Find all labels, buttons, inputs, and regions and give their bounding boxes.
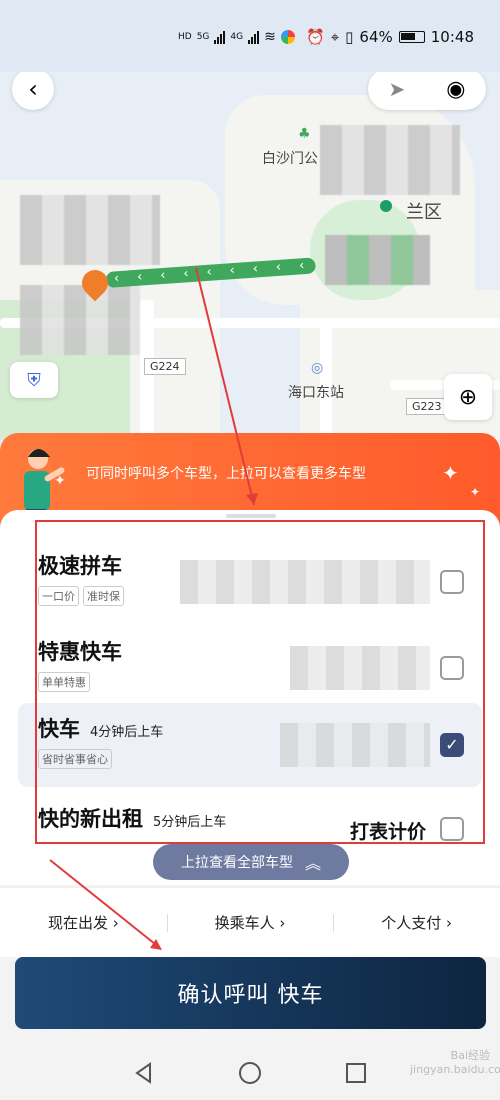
blurred-label: [320, 125, 460, 195]
status-bar: HD 5G 4G ≋ ⏰ ⌖ ▯ 64% 10:48: [0, 0, 500, 72]
battery-icon: [398, 31, 425, 43]
road-badge-g224: G224: [144, 358, 186, 375]
double-chevron-up-icon: ︽: [304, 854, 321, 873]
destination-dot: [380, 200, 392, 212]
map-label-station: 海口东站: [288, 385, 344, 401]
sheet-handle[interactable]: [226, 514, 276, 518]
app-icon: [280, 30, 295, 44]
map-tools: ➤ ◉: [368, 68, 486, 110]
sparkle-icon: ✦: [54, 473, 66, 489]
4g-indicator: 4G: [230, 32, 244, 42]
system-nav-bar: Bai经验 jingyan.baidu.com: [0, 1045, 500, 1100]
back-button[interactable]: ‹: [12, 68, 54, 110]
status-left: HD 5G 4G ≋: [178, 26, 295, 48]
location-icon: ⌖: [330, 28, 340, 46]
trip-options: 现在出发 › 换乘车人 › 个人支付 ›: [0, 887, 500, 957]
chevron-left-icon: ‹: [28, 75, 38, 103]
signal-icon: [248, 30, 260, 44]
park-icon: ♣: [298, 126, 311, 142]
sparkle-icon: ✦: [470, 485, 481, 499]
blurred-label: [20, 195, 160, 265]
status-right: ⏰ ⌖ ▯ 64% 10:48: [306, 26, 474, 48]
pull-up-label: 上拉查看全部车型: [180, 855, 293, 871]
safety-button[interactable]: ⛨: [10, 362, 58, 398]
watermark: Bai经验 jingyan.baidu.com: [410, 1049, 500, 1076]
5g-indicator: 5G: [196, 32, 210, 42]
payment-option[interactable]: 个人支付 ›: [333, 912, 500, 933]
station-icon: ◎: [311, 360, 324, 376]
map-label-district: 兰区: [406, 202, 442, 223]
signal-icon: [214, 30, 226, 44]
vibrate-icon: ▯: [345, 28, 354, 46]
annotation-box: [35, 520, 485, 844]
depart-time-option[interactable]: 现在出发 ›: [0, 912, 167, 933]
hd-indicator: HD: [178, 32, 192, 42]
rider-option[interactable]: 换乘车人 ›: [166, 912, 334, 933]
blurred-label: [20, 285, 140, 355]
back-triangle-icon[interactable]: [132, 1061, 156, 1085]
alarm-icon: ⏰: [306, 28, 325, 46]
home-circle-icon[interactable]: [238, 1061, 262, 1085]
navigate-icon[interactable]: ➤: [389, 77, 406, 101]
locate-target-icon[interactable]: ◉: [446, 77, 465, 102]
map-label-baisha: 白沙门公: [262, 151, 318, 167]
shield-icon: ⛨: [27, 369, 41, 391]
battery-percent: 64%: [359, 28, 393, 46]
recenter-button[interactable]: ⊕: [444, 374, 492, 420]
blurred-label: [325, 235, 430, 285]
sparkle-icon: ✦: [442, 461, 459, 485]
wifi-icon: ≋: [264, 29, 276, 45]
banner-text: 可同时呼叫多个车型，上拉可以查看更多车型: [86, 466, 366, 482]
crosshair-icon: ⊕: [458, 384, 478, 410]
clock: 10:48: [430, 28, 474, 46]
recents-square-icon[interactable]: [344, 1061, 368, 1085]
road-badge-g223: G223: [406, 398, 448, 415]
confirm-call-button[interactable]: 确认呼叫 快车: [15, 957, 486, 1029]
pull-up-all-types-button[interactable]: 上拉查看全部车型 ︽: [153, 844, 349, 880]
